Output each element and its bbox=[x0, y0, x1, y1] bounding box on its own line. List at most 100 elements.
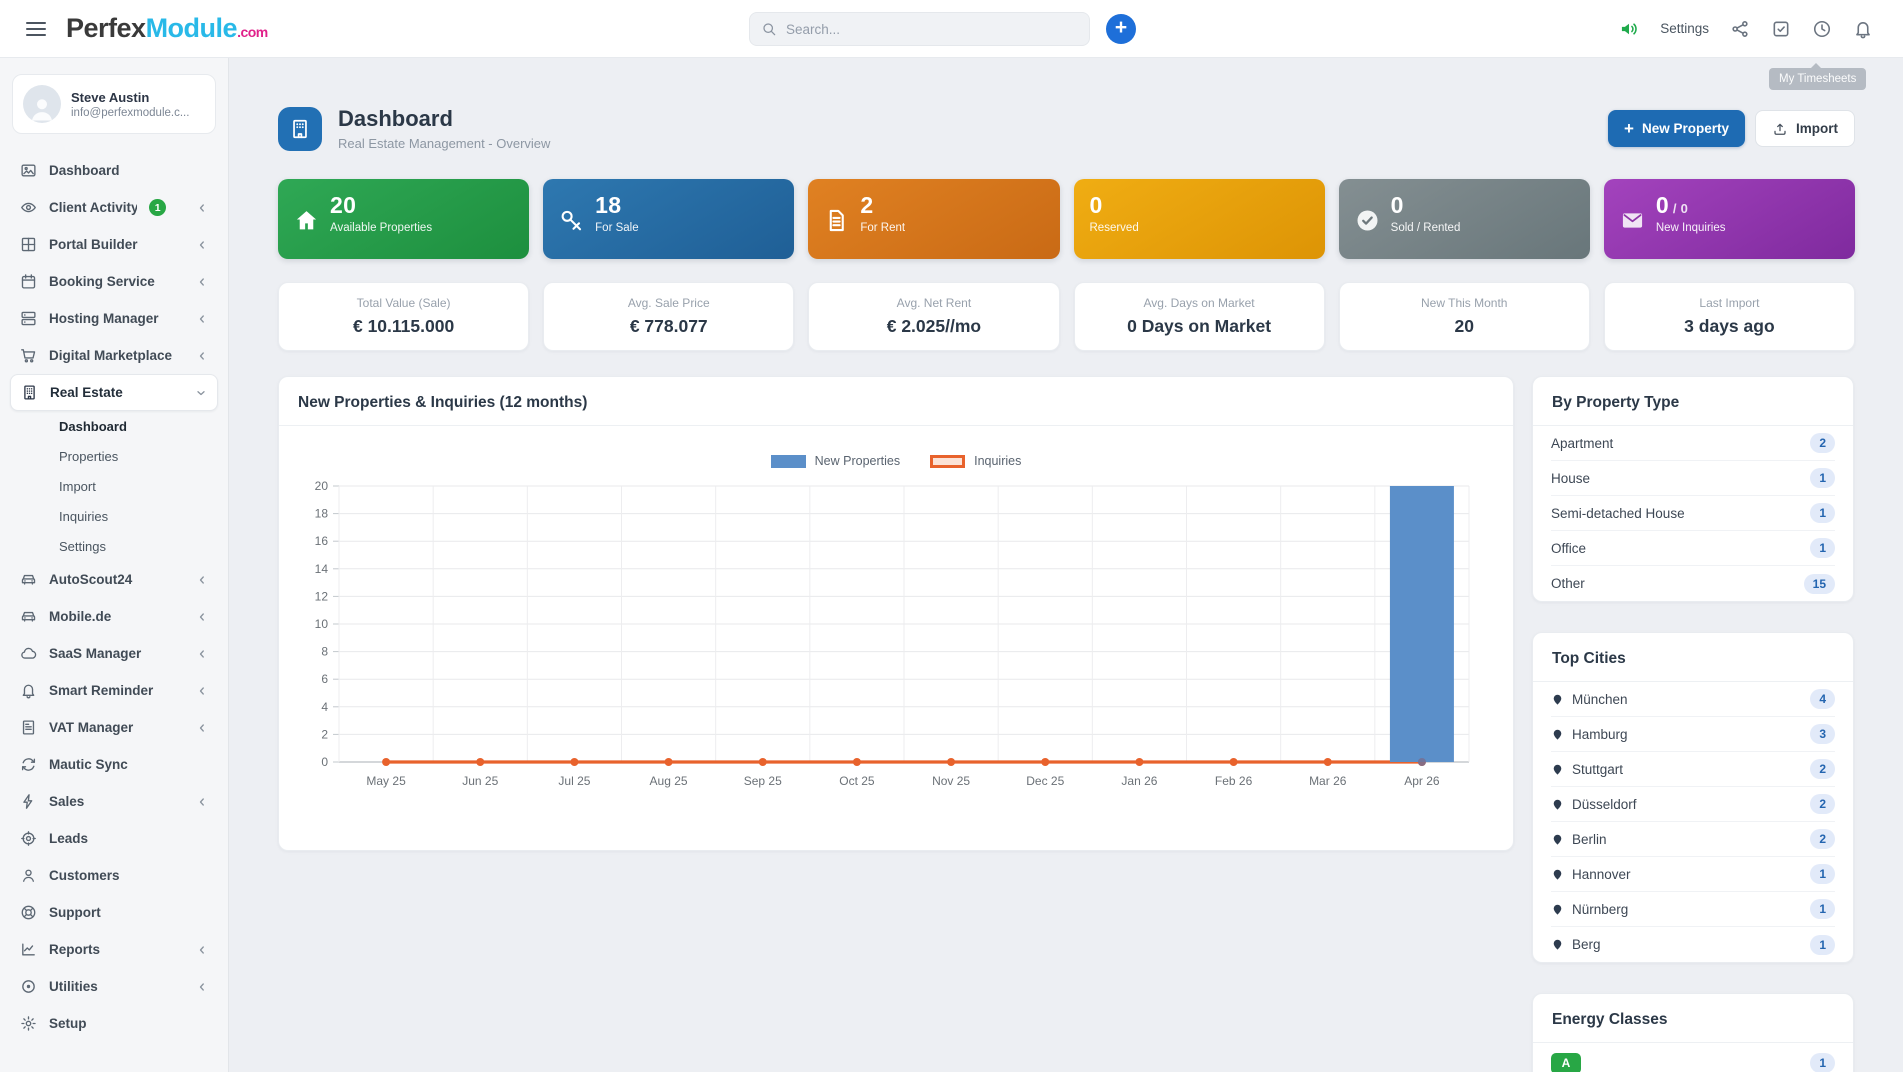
sidebar-item-label: Real Estate bbox=[50, 385, 183, 400]
sidebar-item-support[interactable]: Support bbox=[10, 894, 218, 931]
chevron-left-icon bbox=[196, 722, 208, 734]
list-row-stuttgart[interactable]: Stuttgart2 bbox=[1551, 752, 1835, 787]
document-icon bbox=[824, 196, 849, 245]
list-row-berg[interactable]: Berg1 bbox=[1551, 927, 1835, 962]
sidebar-subitem-real-estate-properties[interactable]: Properties bbox=[10, 441, 218, 471]
list-row-n-rnberg[interactable]: Nürnberg1 bbox=[1551, 892, 1835, 927]
stat-card-available-properties[interactable]: 20Available Properties bbox=[278, 179, 529, 259]
sidebar-item-label: VAT Manager bbox=[49, 720, 184, 735]
lifering-icon bbox=[20, 904, 37, 921]
svg-text:4: 4 bbox=[321, 700, 328, 714]
sidebar: Steve Austin info@perfexmodule.c... Dash… bbox=[0, 58, 229, 1072]
list-row-house[interactable]: House1 bbox=[1551, 461, 1835, 496]
new-property-button[interactable]: +New Property bbox=[1608, 110, 1745, 147]
sidebar-item-smart-reminder[interactable]: Smart Reminder bbox=[10, 672, 218, 709]
count-badge: 1 bbox=[1810, 864, 1835, 884]
energy-class-row-a[interactable]: A1 bbox=[1551, 1043, 1835, 1072]
legend-item-new-properties[interactable]: New Properties bbox=[771, 454, 900, 468]
sidebar-item-booking-service[interactable]: Booking Service bbox=[10, 263, 218, 300]
list-row-m-nchen[interactable]: München4 bbox=[1551, 682, 1835, 717]
list-row-hamburg[interactable]: Hamburg3 bbox=[1551, 717, 1835, 752]
timesheets-clock-icon[interactable] bbox=[1812, 19, 1832, 39]
stat-value-suffix: / 0 bbox=[1669, 201, 1688, 216]
sound-icon[interactable] bbox=[1619, 19, 1639, 39]
sidebar-item-utilities[interactable]: Utilities bbox=[10, 968, 218, 1005]
checkcircle-icon bbox=[1355, 196, 1380, 245]
sidebar-item-mautic-sync[interactable]: Mautic Sync bbox=[10, 746, 218, 783]
sidebar-subitem-real-estate-settings[interactable]: Settings bbox=[10, 531, 218, 561]
stat-card-reserved[interactable]: 0Reserved bbox=[1074, 179, 1325, 259]
row-label: Apartment bbox=[1551, 436, 1802, 451]
quick-add-button[interactable]: + bbox=[1106, 14, 1136, 44]
car-icon bbox=[20, 571, 37, 588]
app-logo[interactable]: PerfexModule.com bbox=[66, 13, 268, 44]
sidebar-subitem-real-estate-inquiries[interactable]: Inquiries bbox=[10, 501, 218, 531]
list-row-d-sseldorf[interactable]: Düsseldorf2 bbox=[1551, 787, 1835, 822]
tasks-checkbox-icon[interactable] bbox=[1771, 19, 1791, 39]
sidebar-item-hosting-manager[interactable]: Hosting Manager bbox=[10, 300, 218, 337]
sidebar-item-vat-manager[interactable]: VAT Manager bbox=[10, 709, 218, 746]
summary-card-total-value-sale: Total Value (Sale)€ 10.115.000 bbox=[278, 282, 529, 351]
list-row-hannover[interactable]: Hannover1 bbox=[1551, 857, 1835, 892]
stat-card-for-rent[interactable]: 2For Rent bbox=[808, 179, 1059, 259]
sidebar-item-mobile-de[interactable]: Mobile.de bbox=[10, 598, 218, 635]
sidebar-item-label: Reports bbox=[49, 942, 184, 957]
count-badge: 1 bbox=[1810, 538, 1835, 558]
sidebar-item-customers[interactable]: Customers bbox=[10, 857, 218, 894]
chart-title: New Properties & Inquiries (12 months) bbox=[279, 377, 1513, 426]
settings-link[interactable]: Settings bbox=[1660, 21, 1709, 36]
navbar-actions: Settings bbox=[1619, 19, 1903, 39]
notifications-bell-icon[interactable] bbox=[1853, 19, 1873, 39]
legend-item-inquiries[interactable]: Inquiries bbox=[930, 454, 1021, 468]
page-title: Dashboard bbox=[338, 106, 550, 132]
sidebar-item-reports[interactable]: Reports bbox=[10, 931, 218, 968]
sidebar-item-leads[interactable]: Leads bbox=[10, 820, 218, 857]
sidebar-item-label: SaaS Manager bbox=[49, 646, 184, 661]
row-label: House bbox=[1551, 471, 1802, 486]
stat-label: Available Properties bbox=[330, 222, 432, 234]
user-email: info@perfexmodule.c... bbox=[71, 107, 189, 119]
sidebar-item-dashboard[interactable]: Dashboard bbox=[10, 152, 218, 189]
summary-card-avg-days-on-market: Avg. Days on Market0 Days on Market bbox=[1074, 282, 1325, 351]
search-input[interactable] bbox=[786, 22, 1078, 37]
sidebar-item-client-activity[interactable]: Client Activity1 bbox=[10, 189, 218, 226]
stat-card-sold-rented[interactable]: 0Sold / Rented bbox=[1339, 179, 1590, 259]
pin-icon bbox=[1551, 693, 1564, 706]
sidebar-item-real-estate[interactable]: Real Estate bbox=[10, 374, 218, 411]
sidebar-subitem-real-estate-import[interactable]: Import bbox=[10, 471, 218, 501]
stat-card-new-inquiries[interactable]: 0 / 0New Inquiries bbox=[1604, 179, 1855, 259]
row-label: Nürnberg bbox=[1572, 902, 1802, 917]
stat-value: 2 bbox=[860, 193, 905, 217]
sidebar-item-autoscout24[interactable]: AutoScout24 bbox=[10, 561, 218, 598]
sidebar-item-sales[interactable]: Sales bbox=[10, 783, 218, 820]
list-row-berlin[interactable]: Berlin2 bbox=[1551, 822, 1835, 857]
stat-label: For Sale bbox=[595, 222, 638, 234]
summary-label: Avg. Sale Price bbox=[628, 296, 710, 310]
list-row-semi-detached-house[interactable]: Semi-detached House1 bbox=[1551, 496, 1835, 531]
chevron-left-icon bbox=[196, 685, 208, 697]
user-profile-card[interactable]: Steve Austin info@perfexmodule.c... bbox=[12, 74, 216, 134]
sidebar-item-saas-manager[interactable]: SaaS Manager bbox=[10, 635, 218, 672]
summary-value: 3 days ago bbox=[1684, 316, 1774, 337]
properties-inquiries-chart: 02468101214161820May 25Jun 25Jul 25Aug 2… bbox=[299, 472, 1495, 810]
list-row-apartment[interactable]: Apartment2 bbox=[1551, 426, 1835, 461]
sidebar-item-digital-marketplace[interactable]: Digital Marketplace bbox=[10, 337, 218, 374]
sidebar-item-label: AutoScout24 bbox=[49, 572, 184, 587]
svg-text:Sep 25: Sep 25 bbox=[744, 774, 782, 788]
hamburger-menu-icon[interactable] bbox=[26, 22, 46, 36]
summary-card-new-this-month: New This Month20 bbox=[1339, 282, 1590, 351]
import-button[interactable]: Import bbox=[1755, 110, 1855, 147]
sidebar-item-portal-builder[interactable]: Portal Builder bbox=[10, 226, 218, 263]
chevron-left-icon bbox=[196, 796, 208, 808]
sidebar-subitem-real-estate-dashboard[interactable]: Dashboard bbox=[10, 411, 218, 441]
stat-card-for-sale[interactable]: 18For Sale bbox=[543, 179, 794, 259]
sidebar-item-label: Digital Marketplace bbox=[49, 348, 184, 363]
energy-classes-title: Energy Classes bbox=[1533, 994, 1853, 1043]
sidebar-item-setup[interactable]: Setup bbox=[10, 1005, 218, 1042]
share-icon[interactable] bbox=[1730, 19, 1750, 39]
list-row-office[interactable]: Office1 bbox=[1551, 531, 1835, 566]
logo-part-1: Perfex bbox=[66, 13, 146, 43]
list-row-other[interactable]: Other15 bbox=[1551, 566, 1835, 601]
chevron-left-icon bbox=[196, 981, 208, 993]
row-label: Berg bbox=[1572, 937, 1802, 952]
